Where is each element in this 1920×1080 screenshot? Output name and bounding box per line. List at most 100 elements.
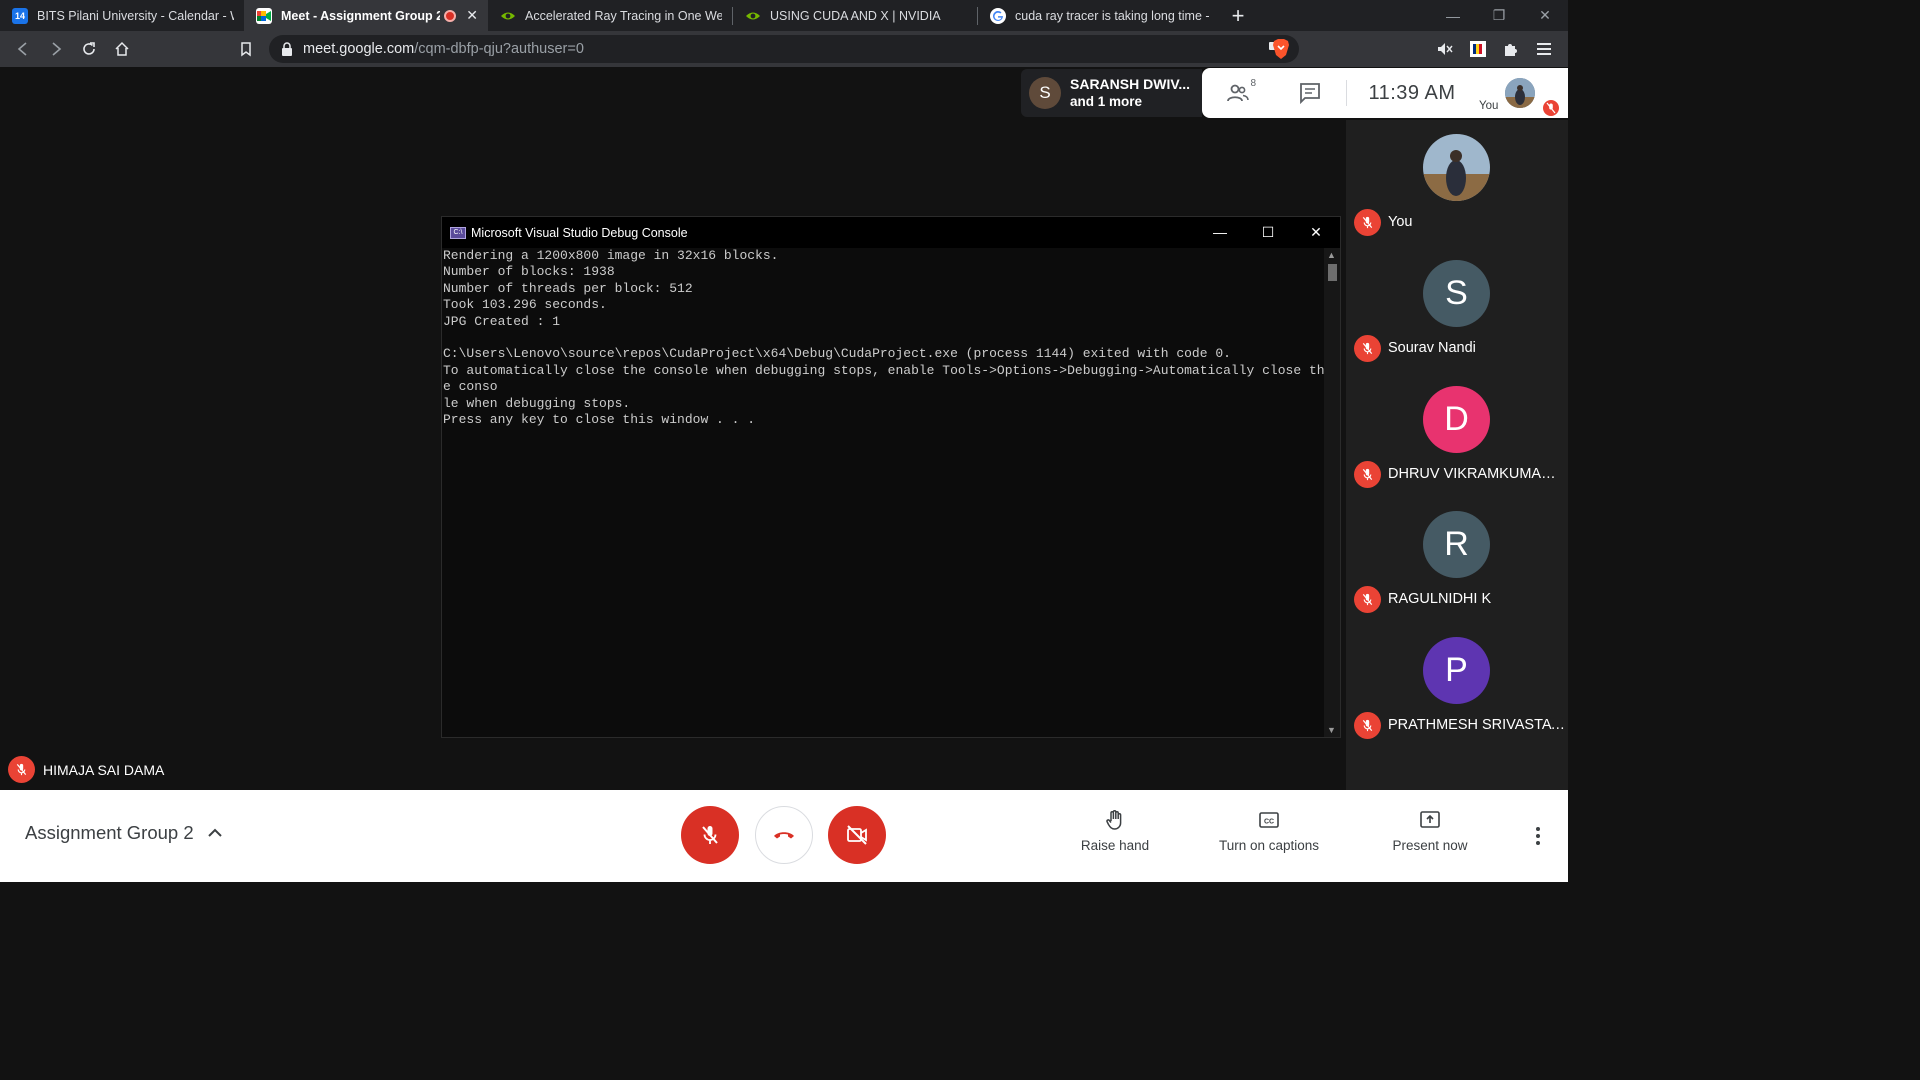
console-maximize-icon: ☐: [1261, 224, 1275, 240]
close-window-icon[interactable]: ✕: [1522, 0, 1568, 31]
people-icon: [1227, 84, 1249, 102]
mic-off-icon: [1354, 335, 1381, 362]
tab-cuda-nvidia[interactable]: USING CUDA AND X | NVIDIA: [733, 0, 977, 31]
url-host: meet.google.com: [303, 41, 415, 57]
minimize-icon[interactable]: —: [1430, 0, 1476, 31]
address-bar[interactable]: meet.google.com/cqm-dbfp-qju?authuser=0: [269, 35, 1299, 63]
leave-call-button[interactable]: [755, 806, 813, 864]
tab-title: Meet - Assignment Group 2: [281, 8, 441, 23]
people-button[interactable]: 8: [1202, 68, 1274, 118]
bookmark-icon: [240, 42, 251, 57]
captions-button[interactable]: CC Turn on captions: [1204, 808, 1334, 853]
closed-captions-icon: CC: [1259, 812, 1279, 828]
hang-up-icon: [774, 832, 794, 839]
nvidia-icon: [500, 8, 516, 24]
restore-icon[interactable]: ❐: [1476, 0, 1522, 31]
main-speaker-label: HIMAJA SAI DAMA: [8, 756, 164, 783]
participant-avatar-photo: [1423, 134, 1490, 201]
back-icon: [17, 42, 27, 56]
bookmark-button[interactable]: [229, 31, 262, 67]
console-minimize-icon: —: [1213, 224, 1227, 240]
participant-tile[interactable]: S Sourav Nandi: [1346, 246, 1568, 371]
chat-button[interactable]: [1274, 68, 1346, 118]
camera-toggle-button[interactable]: [828, 806, 886, 864]
extension-flag-icon[interactable]: [1461, 41, 1494, 57]
participant-tile[interactable]: R RAGULNIDHI K: [1346, 497, 1568, 622]
console-app-icon: C:\: [450, 226, 466, 239]
main-speaker-name: HIMAJA SAI DAMA: [43, 761, 165, 778]
browser-toolbar: meet.google.com/cqm-dbfp-qju?authuser=0: [0, 31, 1568, 67]
participant-sidebar: You S Sourav Nandi D DHRUV VIKRAMKUMAR .…: [1346, 120, 1568, 790]
lock-icon: [282, 42, 292, 56]
meeting-details-toggle[interactable]: Assignment Group 2: [25, 822, 224, 844]
home-button[interactable]: [105, 31, 138, 67]
forward-button[interactable]: [39, 31, 72, 67]
close-tab-icon[interactable]: ✕: [466, 7, 478, 24]
calendar-icon: 14: [12, 7, 28, 24]
console-output: Rendering a 1200x800 image in 32x16 bloc…: [443, 248, 1325, 428]
more-vert-icon: [1536, 827, 1540, 845]
raise-hand-icon: [1106, 810, 1122, 830]
participant-name: PRATHMESH SRIVASTAVA: [1388, 717, 1566, 733]
raise-hand-label: Raise hand: [1080, 838, 1150, 853]
self-muted-icon: [1543, 100, 1559, 116]
participant-avatar: R: [1423, 511, 1490, 578]
shared-screen-console-window: C:\ Microsoft Visual Studio Debug Consol…: [441, 216, 1341, 738]
presenter-chip[interactable]: S SARANSH DWIV... and 1 more: [1021, 69, 1202, 117]
raise-hand-button[interactable]: Raise hand: [1050, 808, 1180, 853]
scroll-up-icon: ▲: [1327, 250, 1336, 260]
mic-off-icon: [1354, 209, 1381, 236]
tab-calendar[interactable]: 14 BITS Pilani University - Calendar - W…: [0, 0, 244, 31]
url-path: /cqm-dbfp-qju?authuser=0: [414, 41, 584, 57]
scroll-down-icon: ▼: [1327, 725, 1336, 735]
back-button[interactable]: [6, 31, 39, 67]
google-icon: [990, 7, 1006, 24]
svg-text:CC: CC: [1264, 819, 1274, 826]
participant-tile[interactable]: D DHRUV VIKRAMKUMAR ...: [1346, 372, 1568, 497]
participant-name: Sourav Nandi: [1388, 340, 1476, 356]
microphone-toggle-button[interactable]: [681, 806, 739, 864]
meeting-title: Assignment Group 2: [25, 822, 194, 843]
browser-tab-strip: 14 BITS Pilani University - Calendar - W…: [0, 0, 1568, 31]
presenter-avatar: S: [1029, 77, 1061, 109]
more-options-button[interactable]: [1526, 824, 1550, 848]
tab-title: Accelerated Ray Tracing in One Weeke: [525, 8, 722, 23]
participant-avatar: D: [1423, 386, 1490, 453]
mic-off-icon: [1354, 461, 1381, 488]
self-view-label: You: [1479, 100, 1499, 112]
forward-icon: [51, 42, 61, 56]
meet-stage: S SARANSH DWIV... and 1 more 8 11:39 AM …: [0, 67, 1568, 882]
chat-icon: [1300, 83, 1320, 105]
participant-tile[interactable]: You: [1346, 120, 1568, 245]
participant-tile[interactable]: P PRATHMESH SRIVASTAVA: [1346, 623, 1568, 748]
present-now-label: Present now: [1392, 838, 1468, 853]
brave-shields-icon[interactable]: [1271, 38, 1291, 60]
participant-avatar: S: [1423, 260, 1490, 327]
tab-ray-tracing[interactable]: Accelerated Ray Tracing in One Weeke: [488, 0, 732, 31]
tab-title: cuda ray tracer is taking long time - G: [1015, 8, 1212, 23]
home-icon: [114, 41, 129, 56]
window-controls: — ❐ ✕: [1430, 0, 1568, 31]
meeting-clock: 11:39 AM: [1368, 81, 1456, 104]
participant-name: DHRUV VIKRAMKUMAR ...: [1388, 466, 1566, 482]
browser-menu-icon[interactable]: [1527, 43, 1560, 55]
tab-google-search[interactable]: cuda ray tracer is taking long time - G: [978, 0, 1222, 31]
tab-muted-icon[interactable]: [1428, 42, 1461, 56]
console-title: Microsoft Visual Studio Debug Console: [471, 225, 688, 240]
reload-button[interactable]: [72, 31, 105, 67]
participant-avatar: P: [1423, 637, 1490, 704]
presenter-more: and 1 more: [1070, 94, 1143, 109]
present-now-button[interactable]: Present now: [1365, 808, 1495, 853]
new-tab-button[interactable]: +: [1222, 0, 1254, 31]
captions-label: Turn on captions: [1218, 838, 1320, 853]
people-count-badge: 8: [1250, 78, 1256, 89]
self-view-thumb[interactable]: You: [1477, 68, 1559, 118]
console-titlebar: C:\ Microsoft Visual Studio Debug Consol…: [442, 217, 1340, 248]
present-screen-icon: [1420, 811, 1440, 828]
tab-title: BITS Pilani University - Calendar - Wee: [37, 8, 234, 23]
meet-icon: [256, 7, 272, 24]
self-avatar: [1505, 78, 1535, 108]
extensions-puzzle-icon[interactable]: [1494, 41, 1527, 57]
presenter-text: SARANSH DWIV... and 1 more: [1070, 76, 1190, 110]
tab-meet[interactable]: Meet - Assignment Group 2 ✕: [244, 0, 488, 31]
